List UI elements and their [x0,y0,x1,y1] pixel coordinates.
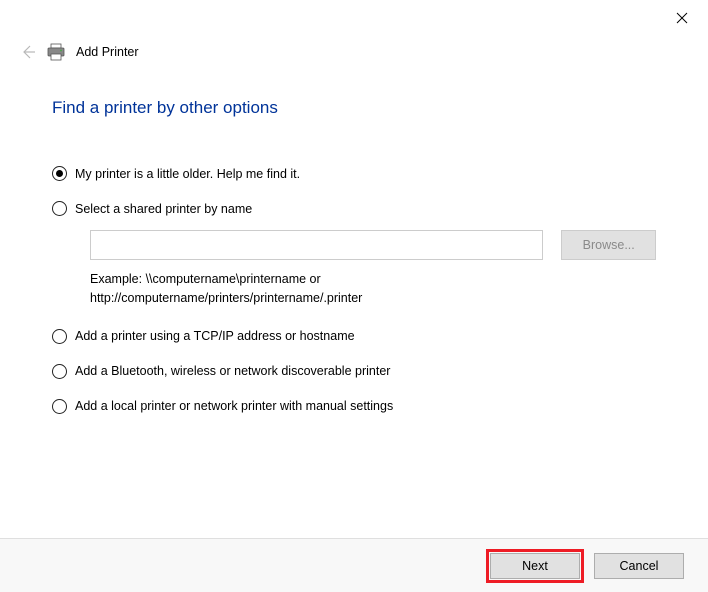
option-bluetooth[interactable]: Add a Bluetooth, wireless or network dis… [52,364,656,379]
header: Add Printer [0,36,708,68]
example-text-line2: http://computername/printers/printername… [90,289,656,308]
cancel-button[interactable]: Cancel [594,553,684,579]
browse-button[interactable]: Browse... [561,230,656,260]
radio-label: Select a shared printer by name [75,202,252,216]
shared-printer-input-area: Browse... Example: \\computername\printe… [90,230,656,309]
back-arrow-icon[interactable] [20,44,36,60]
header-title: Add Printer [76,45,139,59]
radio-label: My printer is a little older. Help me fi… [75,167,300,181]
radio-icon [52,399,67,414]
radio-label: Add a printer using a TCP/IP address or … [75,329,355,343]
next-button-highlight: Next [486,549,584,583]
page-heading: Find a printer by other options [52,98,656,118]
shared-printer-input[interactable] [90,230,543,260]
radio-icon [52,364,67,379]
next-button[interactable]: Next [490,553,580,579]
close-button[interactable] [668,4,696,32]
radio-icon [52,201,67,216]
footer: Next Cancel [0,538,708,592]
radio-label: Add a Bluetooth, wireless or network dis… [75,364,390,378]
radio-icon [52,329,67,344]
content-area: Find a printer by other options My print… [0,68,708,414]
example-text-line1: Example: \\computername\printername or [90,270,656,289]
option-shared-printer[interactable]: Select a shared printer by name [52,201,656,216]
option-local[interactable]: Add a local printer or network printer w… [52,399,656,414]
option-tcpip[interactable]: Add a printer using a TCP/IP address or … [52,329,656,344]
radio-icon [52,166,67,181]
radio-label: Add a local printer or network printer w… [75,399,393,413]
option-older-printer[interactable]: My printer is a little older. Help me fi… [52,166,656,181]
titlebar [0,0,708,36]
close-icon [676,12,688,24]
printer-icon [46,43,66,61]
